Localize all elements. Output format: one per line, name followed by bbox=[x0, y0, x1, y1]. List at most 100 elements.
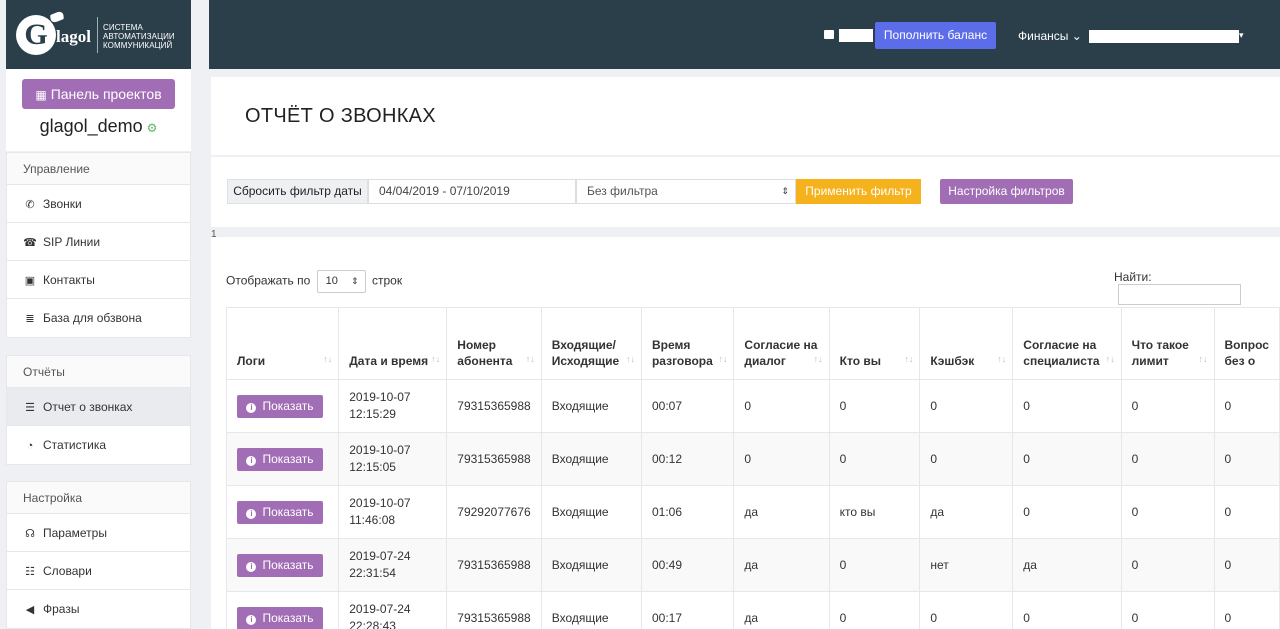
time-text: 12:15:05 bbox=[349, 460, 396, 474]
contact-book-icon: ▣ bbox=[24, 275, 36, 287]
reset-date-filter-button[interactable]: Сбросить фильтр даты bbox=[227, 179, 368, 204]
sidebar-item-parameters[interactable]: ☊ Параметры bbox=[7, 514, 190, 552]
direction-cell: Входящие bbox=[540, 432, 642, 486]
sidebar-item-dial-base[interactable]: ≣ База для обзвона bbox=[7, 299, 190, 337]
column-header[interactable]: Вопрос без о bbox=[1213, 307, 1280, 380]
column-header[interactable]: Кто вы ↑↓ bbox=[828, 307, 921, 380]
date-text: 2019-10-07 bbox=[349, 496, 411, 510]
consent-cell: 0 bbox=[733, 432, 830, 486]
date-text: 2019-10-07 bbox=[349, 443, 411, 457]
sort-icon: ↑↓ bbox=[904, 354, 914, 364]
info-icon: i bbox=[246, 561, 257, 572]
table-row: i Показать 2019-10-07 12:15:05 79315365988… bbox=[225, 432, 1280, 486]
show-logs-button[interactable]: i Показать bbox=[237, 606, 323, 629]
cashback-cell: нет bbox=[919, 538, 1014, 592]
table-search: Найти: bbox=[1114, 270, 1280, 305]
sidebar-item-sip-lines[interactable]: ☎ SIP Линии bbox=[7, 223, 190, 261]
sidebar-item-contacts[interactable]: ▣ Контакты bbox=[7, 261, 190, 299]
sidebar-item-label: Отчет о звонках bbox=[43, 400, 133, 414]
consent-cell: 0 bbox=[733, 379, 830, 433]
datetime-cell: 2019-07-24 22:28:43 bbox=[338, 591, 448, 629]
date-text: 2019-07-24 bbox=[349, 602, 411, 616]
column-header-label: Вопрос без о bbox=[1224, 338, 1269, 368]
who-cell: кто вы bbox=[828, 485, 921, 539]
projects-panel-label: Панель проектов bbox=[50, 86, 162, 102]
search-input[interactable] bbox=[1118, 284, 1241, 305]
column-header-label: Согласие на диалог bbox=[744, 338, 818, 368]
sidebar-item-phrases[interactable]: ◀ Фразы bbox=[7, 590, 190, 628]
who-cell: 0 bbox=[828, 432, 921, 486]
direction-cell: Входящие bbox=[540, 538, 642, 592]
duration-cell: 00:12 bbox=[640, 432, 735, 486]
info-icon: i bbox=[246, 508, 257, 519]
sidebar-item-dictionaries[interactable]: ☷ Словари bbox=[7, 552, 190, 590]
project-card: ▦ Панель проектов glagol_demo ⚙ bbox=[6, 69, 191, 151]
wallet-icon bbox=[824, 30, 834, 39]
column-header[interactable]: Что такое лимит ↑↓ bbox=[1120, 307, 1215, 380]
topup-balance-button[interactable]: Пополнить баланс bbox=[875, 22, 996, 49]
filter-settings-button[interactable]: Настройка фильтров bbox=[940, 179, 1073, 204]
column-header-label: Дата и время bbox=[349, 354, 429, 368]
specialist-cell: 0 bbox=[1012, 379, 1122, 433]
table-row: i Показать 2019-07-24 22:31:54 79315365988… bbox=[225, 538, 1280, 592]
direction-cell: Входящие bbox=[540, 379, 642, 433]
column-header[interactable]: Дата и время ↑↓ bbox=[338, 307, 448, 380]
number-cell: 79315365988 bbox=[446, 379, 542, 433]
show-logs-button[interactable]: i Показать bbox=[237, 553, 323, 577]
filter-select[interactable]: Без фильтра ⇕ bbox=[576, 179, 796, 204]
column-header[interactable]: Время разговора ↑↓ bbox=[640, 307, 735, 380]
sidebar-group-reports: Отчёты ☰ Отчет о звонках ◔ Статистика bbox=[6, 355, 191, 465]
datetime-cell: 2019-10-07 11:46:08 bbox=[338, 485, 448, 539]
finance-menu[interactable]: Финансы ⌄ bbox=[1018, 29, 1082, 43]
chevron-down-icon[interactable]: ▾ bbox=[1239, 30, 1244, 41]
page-length-suffix: строк bbox=[371, 273, 403, 288]
sort-icon: ↑↓ bbox=[525, 354, 535, 364]
column-header-label: Согласие на специалиста bbox=[1023, 338, 1100, 368]
column-header[interactable]: Входящие/ Исходящие ↑↓ bbox=[540, 307, 642, 380]
user-menu-redacted[interactable] bbox=[1089, 30, 1239, 43]
apply-filter-button[interactable]: Применить фильтр bbox=[796, 179, 921, 204]
select-caret-icon: ⇕ bbox=[351, 276, 359, 286]
sidebar-group-management: Управление ✆ Звонки ☎ SIP Линии ▣ Контакты … bbox=[6, 152, 191, 338]
column-header[interactable]: Логи ↑↓ bbox=[225, 307, 340, 380]
specialist-cell: 0 bbox=[1012, 485, 1122, 539]
database-icon: ≣ bbox=[25, 313, 35, 325]
logs-cell: i Показать bbox=[225, 485, 340, 539]
logo[interactable]: G lagol СИСТЕМА АВТОМАТИЗАЦИИ КОММУНИКАЦ… bbox=[6, 0, 191, 69]
sidebar-item-calls[interactable]: ✆ Звонки bbox=[7, 185, 190, 223]
list-icon: ☷ bbox=[25, 566, 35, 578]
direction-cell: Входящие bbox=[540, 485, 642, 539]
column-header[interactable]: Кэшбэк ↑↓ bbox=[919, 307, 1014, 380]
logo-leaf-icon bbox=[50, 9, 64, 25]
time-text: 22:31:54 bbox=[349, 566, 396, 580]
date-range-input[interactable]: 04/04/2019 - 07/10/2019 bbox=[368, 179, 576, 204]
gears-icon[interactable]: ⚙ bbox=[147, 121, 158, 135]
question-cell: 0 bbox=[1213, 432, 1280, 486]
number-cell: 79315365988 bbox=[446, 538, 542, 592]
sort-icon: ↑↓ bbox=[625, 354, 635, 364]
sidebar-item-call-report[interactable]: ☰ Отчет о звонках bbox=[7, 388, 190, 426]
page-length-select[interactable]: 10 ⇕ bbox=[316, 270, 366, 293]
who-cell: 0 bbox=[828, 591, 921, 629]
sidebar-item-statistics[interactable]: ◔ Статистика bbox=[7, 426, 190, 464]
show-logs-button[interactable]: i Показать bbox=[237, 500, 323, 524]
column-header[interactable]: Номер абонента ↑↓ bbox=[446, 307, 542, 380]
sort-icon: ↑↓ bbox=[1105, 354, 1115, 364]
projects-panel-button[interactable]: ▦ Панель проектов bbox=[22, 79, 175, 109]
cashback-cell: да bbox=[919, 485, 1014, 539]
column-header-label: Логи bbox=[237, 354, 266, 368]
show-logs-button[interactable]: i Показать bbox=[237, 447, 323, 471]
number-cell: 79292077676 bbox=[446, 485, 542, 539]
sidebar: G lagol СИСТЕМА АВТОМАТИЗАЦИИ КОММУНИКАЦ… bbox=[0, 0, 198, 629]
show-logs-label: Показать bbox=[262, 451, 314, 466]
logs-cell: i Показать bbox=[225, 432, 340, 486]
page-title: ОТЧЁТ О ЗВОНКАХ bbox=[245, 105, 436, 127]
select-caret-icon: ⇕ bbox=[781, 186, 789, 196]
column-header-label: Время разговора bbox=[651, 338, 713, 368]
column-header[interactable]: Согласие на специалиста ↑↓ bbox=[1012, 307, 1122, 380]
info-icon: i bbox=[246, 402, 257, 413]
show-logs-button[interactable]: i Показать bbox=[237, 394, 323, 418]
column-header[interactable]: Согласие на диалог ↑↓ bbox=[733, 307, 830, 380]
logo-divider bbox=[97, 17, 98, 53]
show-logs-label: Показать bbox=[262, 610, 314, 625]
